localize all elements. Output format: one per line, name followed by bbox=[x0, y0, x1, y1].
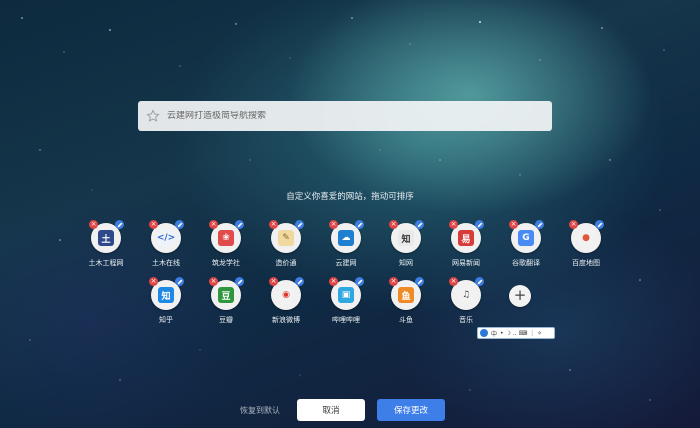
site-tile[interactable]: 知 × 知乎 bbox=[136, 277, 196, 326]
ime-tools[interactable]: • ☽ ‥ ⌨ ⋮ ✧ bbox=[500, 330, 542, 337]
edit-icon[interactable] bbox=[295, 277, 304, 286]
site-tile[interactable]: 知 × 知网 bbox=[376, 220, 436, 269]
site-logo-icon: ● bbox=[578, 230, 594, 246]
site-logo-icon: 豆 bbox=[218, 287, 234, 303]
site-logo-icon: 鱼 bbox=[398, 287, 414, 303]
site-tile[interactable]: ✎ × 造价通 bbox=[256, 220, 316, 269]
site-logo-icon: 知 bbox=[158, 287, 174, 303]
edit-icon[interactable] bbox=[415, 277, 424, 286]
site-label: 网易新闻 bbox=[452, 259, 480, 267]
site-label: 造价通 bbox=[275, 259, 297, 267]
delete-icon[interactable]: × bbox=[329, 220, 338, 229]
cancel-button[interactable]: 取消 bbox=[297, 399, 365, 421]
delete-icon[interactable]: × bbox=[329, 277, 338, 286]
add-site-button[interactable]: + bbox=[509, 285, 531, 307]
delete-icon[interactable]: × bbox=[569, 220, 578, 229]
site-label: 新浪微博 bbox=[272, 316, 300, 324]
delete-icon[interactable]: × bbox=[149, 220, 158, 229]
delete-icon[interactable]: × bbox=[89, 220, 98, 229]
edit-icon[interactable] bbox=[475, 220, 484, 229]
delete-icon[interactable]: × bbox=[389, 220, 398, 229]
site-tile[interactable]: ☁ × 云建网 bbox=[316, 220, 376, 269]
site-logo-icon: </> bbox=[157, 230, 175, 246]
edit-icon[interactable] bbox=[175, 277, 184, 286]
customize-hint: 自定义你喜爱的网站，拖动可排序 bbox=[286, 192, 414, 202]
site-tile[interactable]: </> × 土木在线 bbox=[136, 220, 196, 269]
edit-icon[interactable] bbox=[355, 277, 364, 286]
delete-icon[interactable]: × bbox=[269, 277, 278, 286]
delete-icon[interactable]: × bbox=[209, 220, 218, 229]
edit-icon[interactable] bbox=[475, 277, 484, 286]
edit-icon[interactable] bbox=[595, 220, 604, 229]
site-label: 斗鱼 bbox=[399, 316, 413, 324]
ime-toolbar[interactable]: 中 • ☽ ‥ ⌨ ⋮ ✧ bbox=[477, 327, 555, 339]
site-logo-icon: ◉ bbox=[278, 287, 294, 303]
delete-icon[interactable]: × bbox=[449, 220, 458, 229]
site-logo-icon: G bbox=[518, 230, 534, 246]
site-tile[interactable]: G × 谷歌翻译 bbox=[496, 220, 556, 269]
site-label: 谷歌翻译 bbox=[512, 259, 540, 267]
delete-icon[interactable]: × bbox=[209, 277, 218, 286]
site-logo-icon: ▣ bbox=[338, 287, 354, 303]
restore-default-link[interactable]: 恢复到默认 bbox=[240, 405, 280, 416]
ime-mode-label[interactable]: 中 bbox=[491, 329, 497, 338]
site-label: 音乐 bbox=[459, 316, 473, 324]
save-changes-button[interactable]: 保存更改 bbox=[377, 399, 445, 421]
site-tile[interactable]: 土 × 土木工程网 bbox=[76, 220, 136, 269]
delete-icon[interactable]: × bbox=[269, 220, 278, 229]
site-tile[interactable]: ● × 百度地图 bbox=[556, 220, 616, 269]
site-label: 土木在线 bbox=[152, 259, 180, 267]
site-label: 云建网 bbox=[335, 259, 357, 267]
site-logo-icon: 知 bbox=[398, 230, 414, 246]
site-label: 土木工程网 bbox=[88, 259, 124, 267]
site-tile[interactable]: 豆 × 豆瓣 bbox=[196, 277, 256, 326]
edit-icon[interactable] bbox=[235, 277, 244, 286]
site-label: 百度地图 bbox=[572, 259, 600, 267]
edit-icon[interactable] bbox=[115, 220, 124, 229]
delete-icon[interactable]: × bbox=[449, 277, 458, 286]
search-input[interactable] bbox=[167, 111, 552, 121]
edit-icon[interactable] bbox=[235, 220, 244, 229]
site-logo-icon: 土 bbox=[98, 230, 114, 246]
site-tile[interactable]: ❀ × 筑龙学社 bbox=[196, 220, 256, 269]
star-icon bbox=[146, 109, 160, 123]
starfield-background bbox=[21, 17, 665, 401]
edit-icon[interactable] bbox=[295, 220, 304, 229]
site-logo-icon: 易 bbox=[458, 230, 474, 246]
site-label: 知乎 bbox=[159, 316, 173, 324]
site-logo-icon: ✎ bbox=[278, 230, 294, 246]
site-tile[interactable]: 易 × 网易新闻 bbox=[436, 220, 496, 269]
site-label: 哔哩哔哩 bbox=[332, 316, 360, 324]
ime-logo-icon bbox=[480, 329, 488, 337]
edit-icon[interactable] bbox=[535, 220, 544, 229]
edit-icon[interactable] bbox=[175, 220, 184, 229]
delete-icon[interactable]: × bbox=[389, 277, 398, 286]
site-logo-icon: ☁ bbox=[338, 230, 354, 246]
edit-icon[interactable] bbox=[415, 220, 424, 229]
edit-icon[interactable] bbox=[355, 220, 364, 229]
site-tile[interactable]: 鱼 × 斗鱼 bbox=[376, 277, 436, 326]
site-tile[interactable]: ♫ × 音乐 bbox=[436, 277, 496, 326]
site-tile[interactable]: ◉ × 新浪微博 bbox=[256, 277, 316, 326]
site-label: 筑龙学社 bbox=[212, 259, 240, 267]
delete-icon[interactable]: × bbox=[149, 277, 158, 286]
site-logo-icon: ♫ bbox=[458, 287, 474, 303]
site-logo-icon: ❀ bbox=[218, 230, 234, 246]
site-tile[interactable]: ▣ × 哔哩哔哩 bbox=[316, 277, 376, 326]
site-label: 豆瓣 bbox=[219, 316, 233, 324]
site-label: 知网 bbox=[399, 259, 413, 267]
delete-icon[interactable]: × bbox=[509, 220, 518, 229]
search-bar[interactable] bbox=[138, 101, 552, 131]
